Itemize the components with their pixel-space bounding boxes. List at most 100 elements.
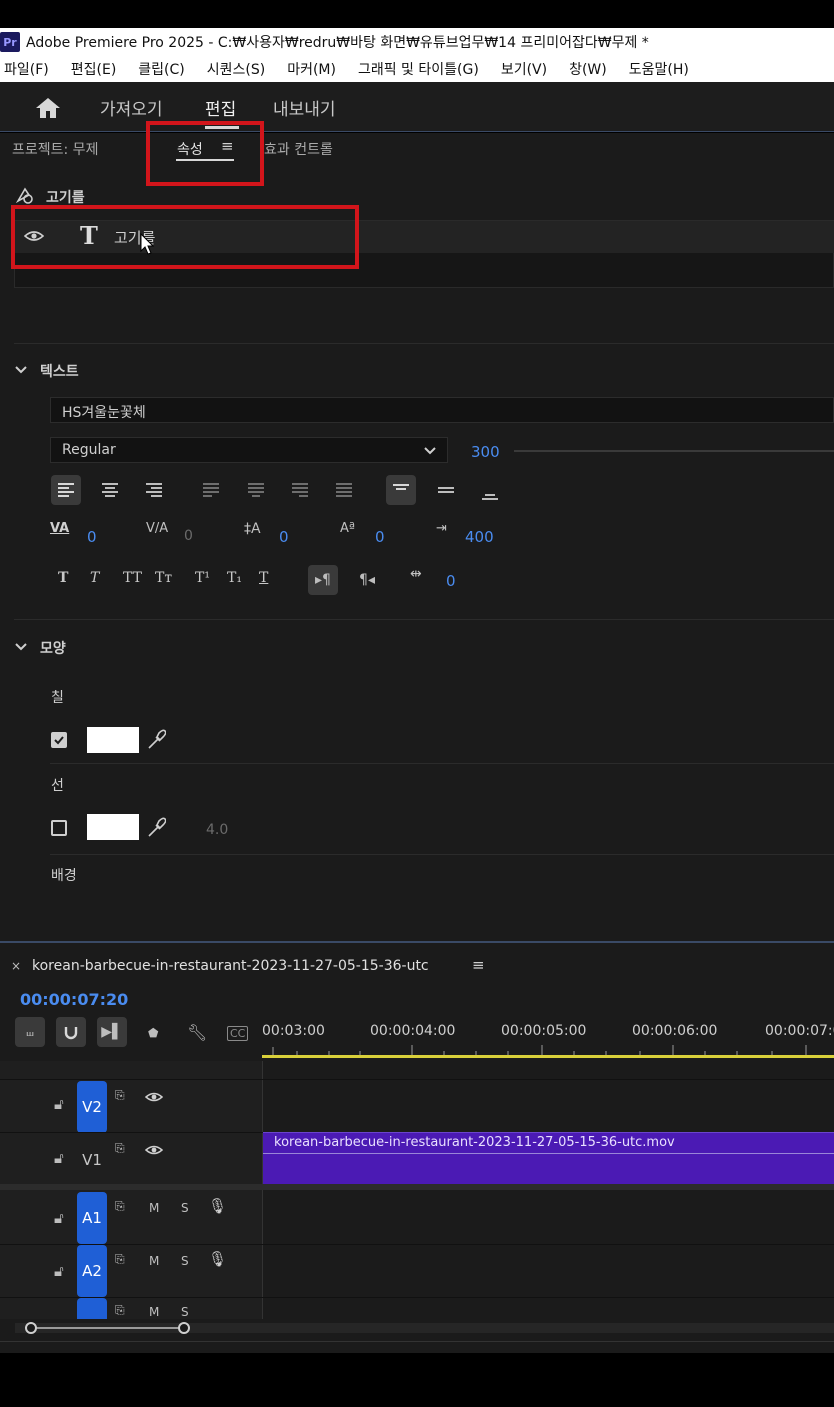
mute-button[interactable]: M [149,1305,159,1319]
zoom-scrollbar[interactable] [15,1322,834,1334]
video-audio-divider[interactable] [0,1184,834,1190]
font-size-slider[interactable] [514,450,834,452]
solo-button[interactable]: S [181,1254,189,1268]
sync-lock-icon[interactable]: ⎘ [115,1088,125,1103]
justify-all-button[interactable] [329,475,359,505]
zoom-handle-left[interactable] [25,1322,37,1334]
font-family-field[interactable]: HS겨울눈꽃체 [50,397,834,423]
lock-icon[interactable]: 🔓︎ [54,1262,64,1280]
tab-effect-controls[interactable]: 효과 컨트롤 [264,139,333,159]
playhead-timecode[interactable]: 00:00:07:20 [20,990,128,1009]
zoom-handle-right[interactable] [178,1322,190,1334]
captions-icon[interactable]: CC [227,1026,249,1041]
lock-icon[interactable]: 🔓︎ [54,1095,64,1113]
eyedropper-icon[interactable] [146,817,166,839]
sync-lock-icon[interactable]: ⎘ [115,1141,125,1156]
eyedropper-icon[interactable] [146,729,166,751]
track-target-a2[interactable]: A2 [77,1245,107,1297]
font-style-dropdown[interactable]: Regular [50,437,448,463]
fill-color-swatch[interactable] [87,727,139,753]
tab-width-value[interactable]: 400 [465,528,494,546]
ltr-direction-button[interactable]: ▸¶ [308,565,338,595]
background-label: 배경 [51,868,77,884]
fill-checkbox[interactable] [51,732,67,748]
menu-marker[interactable]: 마커(M) [287,59,336,79]
align-top-button[interactable] [386,475,416,505]
microphone-icon[interactable]: 🎙︎ [208,1250,227,1268]
solo-button[interactable]: S [181,1201,189,1215]
microphone-icon[interactable]: 🎙︎ [208,1197,227,1215]
menu-help[interactable]: 도움말(H) [629,59,689,79]
rtl-direction-button[interactable]: ¶◂ [352,565,382,595]
sync-lock-icon[interactable]: ⎘ [115,1252,125,1267]
menu-graphics[interactable]: 그래픽 및 타이틀(G) [358,59,479,79]
track-target-a1[interactable]: A1 [77,1192,107,1244]
tab-export[interactable]: 내보내기 [273,95,336,120]
linked-selection-button[interactable]: ▶▌ [97,1017,127,1047]
add-marker-icon[interactable]: ⬟ [148,1026,158,1040]
baseline-value[interactable]: 0 [375,528,385,546]
solo-button[interactable]: S [181,1305,189,1319]
menu-clip[interactable]: 클립(C) [138,59,184,79]
track-target-a3[interactable] [77,1298,107,1319]
menu-window[interactable]: 창(W) [569,59,607,79]
tab-project[interactable]: 프로젝트: 무제 [12,139,98,159]
work-area-bar[interactable] [262,1055,834,1058]
sequence-tab-name[interactable]: korean-barbecue-in-restaurant-2023-11-27… [32,958,429,974]
align-right-button[interactable] [139,475,169,505]
track-area [262,1061,834,1319]
faux-italic-button[interactable]: T [90,570,99,586]
mute-button[interactable]: M [149,1201,159,1215]
home-icon[interactable] [34,96,62,120]
zoom-scrollbar-thumb[interactable] [31,1327,185,1329]
eye-icon[interactable] [145,1091,163,1103]
align-center-button[interactable] [95,475,125,505]
stroke-width-value[interactable]: 4.0 [206,822,228,838]
superscript-button[interactable]: T¹ [195,570,210,586]
subscript-button[interactable]: T₁ [227,570,242,586]
align-bottom-button[interactable] [475,479,505,509]
video-clip-name: korean-barbecue-in-restaurant-2023-11-27… [274,1135,675,1150]
menu-file[interactable]: 파일(F) [4,59,49,79]
sequence-menu-icon[interactable]: ≡ [472,956,485,974]
close-icon[interactable]: × [11,959,21,973]
stroke-color-swatch[interactable] [87,814,139,840]
snap-icon[interactable] [56,1017,86,1047]
underline-button[interactable]: T [259,570,268,586]
menu-edit[interactable]: 편집(E) [71,59,117,79]
lock-icon[interactable]: 🔓︎ [54,1209,64,1227]
leading-value[interactable]: 0 [279,528,289,546]
clip-divider [263,1153,834,1154]
ruler-label: 00:00:04:00 [370,1023,456,1039]
track-target-v2[interactable]: V2 [77,1081,107,1133]
sync-lock-icon[interactable]: ⎘ [115,1303,125,1318]
tsume-icon: ⇹ [410,566,422,582]
justify-last-center-button[interactable] [241,475,271,505]
menu-sequence[interactable]: 시퀀스(S) [207,59,265,79]
tab-import[interactable]: 가져오기 [100,95,163,120]
track-target-v1[interactable]: V1 [77,1134,107,1186]
insert-sequence-nest-button[interactable]: ⧢ [15,1017,45,1047]
tab-edit[interactable]: 편집 [205,95,236,120]
align-left-button[interactable] [51,475,81,505]
mute-button[interactable]: M [149,1254,159,1268]
lock-icon[interactable]: 🔓︎ [54,1149,64,1167]
tracking-value[interactable]: 0 [184,528,193,544]
faux-bold-button[interactable]: T [58,570,68,586]
menu-view[interactable]: 보기(V) [501,59,547,79]
chevron-down-icon[interactable] [14,365,28,375]
justify-last-right-button[interactable] [285,475,315,505]
chevron-down-icon[interactable] [14,642,28,652]
align-middle-button[interactable] [431,475,461,505]
stroke-checkbox[interactable] [51,820,67,836]
video-clip[interactable]: korean-barbecue-in-restaurant-2023-11-27… [263,1132,834,1184]
sync-lock-icon[interactable]: ⎘ [115,1199,125,1214]
font-size-value[interactable]: 300 [471,443,500,461]
kerning-value[interactable]: 0 [87,528,97,546]
wrench-icon[interactable]: 🔧︎ [187,1023,207,1042]
tsume-value[interactable]: 0 [446,572,456,590]
all-caps-button[interactable]: TT [123,570,142,586]
justify-last-left-button[interactable] [196,475,226,505]
eye-icon[interactable] [145,1144,163,1156]
small-caps-button[interactable]: Tт [155,570,172,586]
